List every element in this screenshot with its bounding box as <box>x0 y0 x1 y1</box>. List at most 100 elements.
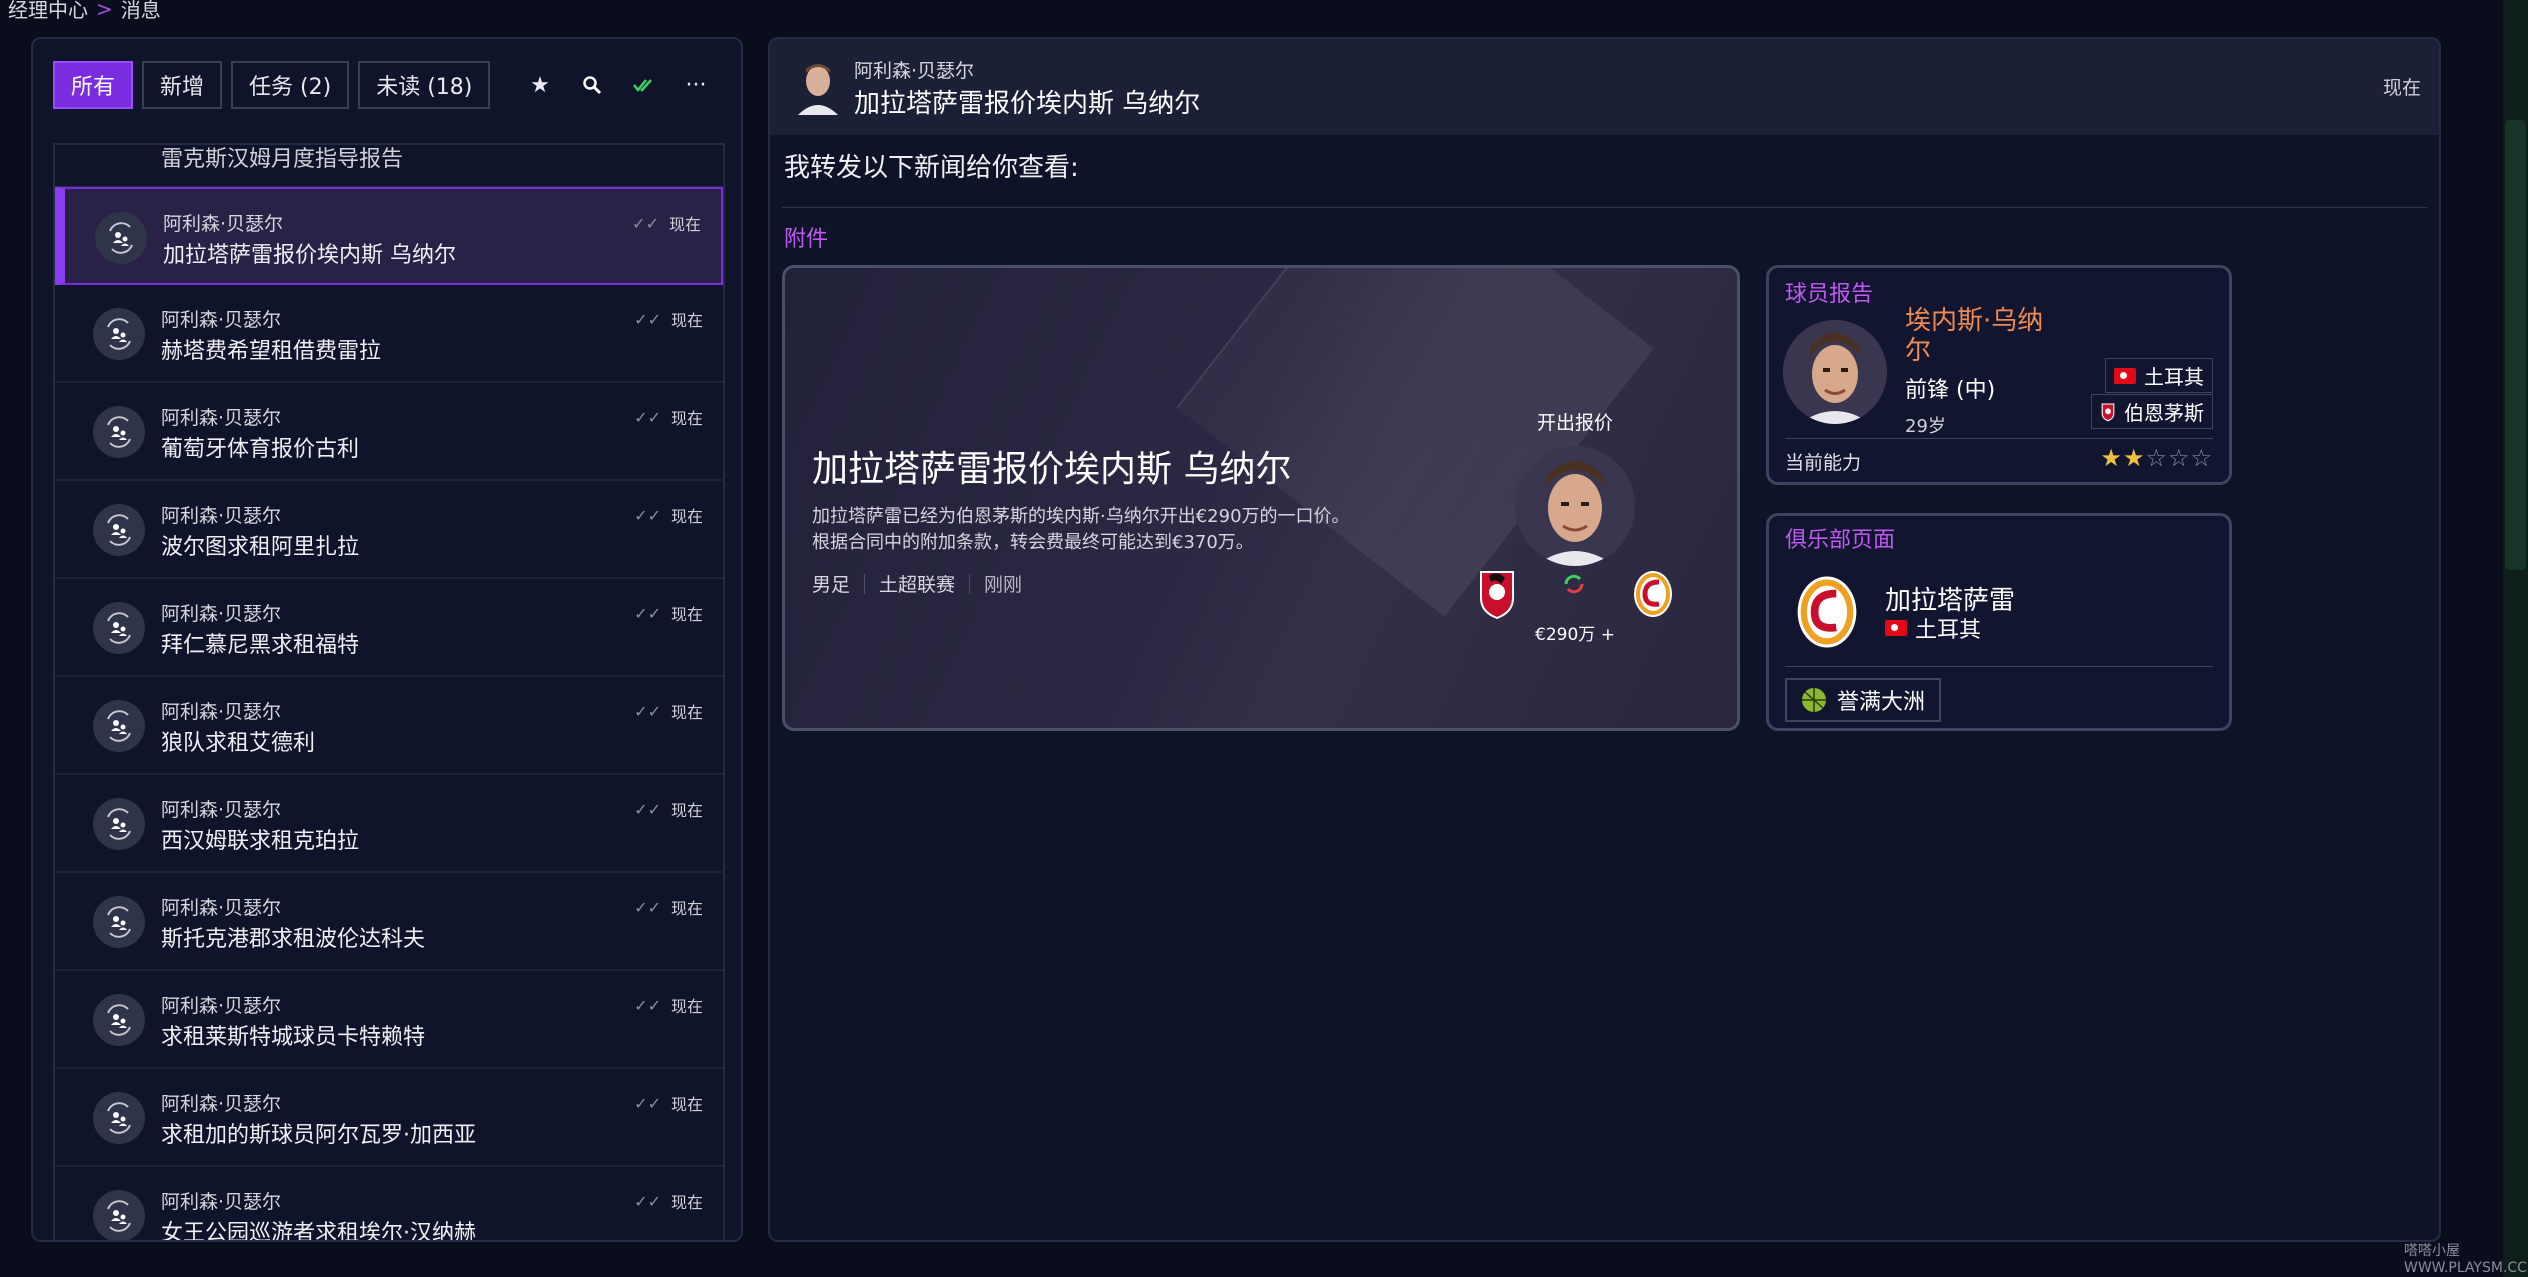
player-name[interactable]: 埃内斯·乌纳尔 <box>1905 306 2055 366</box>
search-icon[interactable] <box>581 74 603 96</box>
message-subject: 西汉姆联求租克珀拉 <box>161 829 360 854</box>
message-subject: 斯托克港郡求租波伦达科夫 <box>161 927 426 952</box>
exchange-icon <box>1564 574 1584 594</box>
list-item[interactable]: 阿利森·贝瑟尔 拜仁慕尼黑求租福特 ✓✓ 现在 <box>55 579 723 677</box>
list-item[interactable]: 雷克斯汉姆月度指导报告 <box>55 145 723 187</box>
list-item[interactable]: 阿利森·贝瑟尔 波尔图求租阿里扎拉 ✓✓ 现在 <box>55 481 723 579</box>
filter-tasks-button[interactable]: 任务 (2) <box>231 61 350 109</box>
turkey-flag-icon <box>2114 367 2136 384</box>
player-portrait <box>1515 446 1635 566</box>
double-check-icon[interactable] <box>633 74 655 96</box>
message-time-label: 现在 <box>670 409 703 428</box>
message-list: 雷克斯汉姆月度指导报告 阿利森·贝瑟尔 加拉塔萨雷报价埃内斯 乌纳尔 ✓✓ 现在 阿利森… <box>53 143 725 1242</box>
message-sender: 阿利森·贝瑟尔 <box>161 701 282 723</box>
message-time-label: 现在 <box>670 311 703 330</box>
player-position: 前锋 (中) <box>1905 378 1996 403</box>
filter-unread-button[interactable]: 未读 (18) <box>358 61 491 109</box>
list-item[interactable]: 阿利森·贝瑟尔 葡萄牙体育报价古利 ✓✓ 现在 <box>55 383 723 481</box>
watermark: 嗒嗒小屋 WWW.PLAYSM.CC <box>2404 1240 2528 1276</box>
message-sender: 阿利森·贝瑟尔 <box>161 505 282 527</box>
contact-avatar-icon <box>93 602 145 654</box>
message-time: ✓✓ 现在 <box>634 405 703 429</box>
message-body: 我转发以下新闻给你查看: <box>784 153 1079 183</box>
breadcrumb: 经理中心 > 消息 <box>8 0 161 23</box>
star-icon: ☆ <box>2145 444 2168 472</box>
news-tags: 男足 土超联赛 刚刚 <box>812 570 1036 597</box>
read-check-icon: ✓✓ <box>634 603 661 623</box>
message-sender: 阿利森·贝瑟尔 <box>163 213 284 235</box>
message-time: ✓✓ 现在 <box>634 601 703 625</box>
news-tag: 土超联赛 <box>879 574 956 596</box>
message-time-label: 现在 <box>670 801 703 820</box>
message-subject: 加拉塔萨雷报价埃内斯 乌纳尔 <box>163 243 456 268</box>
list-item[interactable]: 阿利森·贝瑟尔 加拉塔萨雷报价埃内斯 乌纳尔 ✓✓ 现在 <box>55 187 723 285</box>
bid-summary: 开出报价 €290万 + <box>1465 408 1685 648</box>
message-time: ✓✓ 现在 <box>634 797 703 821</box>
divider <box>782 207 2427 208</box>
message-time: ✓✓ 现在 <box>634 699 703 723</box>
bid-fee: €290万 + <box>1535 625 1615 645</box>
contact-avatar-icon <box>93 1092 145 1144</box>
message-time: ✓✓ 现在 <box>634 993 703 1017</box>
message-sender: 阿利森·贝瑟尔 <box>161 1093 282 1115</box>
list-item[interactable]: 阿利森·贝瑟尔 西汉姆联求租克珀拉 ✓✓ 现在 <box>55 775 723 873</box>
list-item[interactable]: 阿利森·贝瑟尔 求租加的斯球员阿尔瓦罗·加西亚 ✓✓ 现在 <box>55 1069 723 1167</box>
player-avatar <box>1783 320 1887 424</box>
galatasaray-badge-icon <box>1793 566 1861 658</box>
globe-icon <box>1802 688 1826 712</box>
breadcrumb-parent[interactable]: 经理中心 <box>8 0 88 23</box>
nationality-badge[interactable]: 土耳其 <box>2105 358 2213 393</box>
detail-subject: 加拉塔萨雷报价埃内斯 乌纳尔 <box>854 89 1201 119</box>
message-sender: 阿利森·贝瑟尔 <box>161 897 282 919</box>
message-time: ✓✓ 现在 <box>634 307 703 331</box>
star-icon: ☆ <box>2167 444 2191 472</box>
breadcrumb-separator-icon: > <box>96 0 113 21</box>
contact-avatar-icon <box>95 212 147 264</box>
message-subject: 求租加的斯球员阿尔瓦罗·加西亚 <box>161 1123 476 1148</box>
contact-avatar-icon <box>93 504 145 556</box>
message-time-label: 现在 <box>670 1193 703 1212</box>
message-subject: 赫塔费希望租借费雷拉 <box>161 339 382 364</box>
news-attachment-card[interactable]: 加拉塔萨雷报价埃内斯 乌纳尔 加拉塔萨雷已经为伯恩茅斯的埃内斯·乌纳尔开出€29… <box>782 265 1740 731</box>
list-item[interactable]: 阿利森·贝瑟尔 求租莱斯特城球员卡特赖特 ✓✓ 现在 <box>55 971 723 1069</box>
contact-avatar-icon <box>93 406 145 458</box>
list-item[interactable]: 阿利森·贝瑟尔 女王公园巡游者求租埃尔·汉纳赫 ✓✓ 现在 <box>55 1167 723 1242</box>
read-check-icon: ✓✓ <box>632 213 659 233</box>
message-subject: 狼队求租艾德利 <box>161 731 316 756</box>
nationality-label: 土耳其 <box>2144 365 2204 389</box>
breadcrumb-current: 消息 <box>120 0 161 22</box>
message-header: 阿利森·贝瑟尔 加拉塔萨雷报价埃内斯 乌纳尔 现在 <box>770 39 2439 135</box>
message-sender: 阿利森·贝瑟尔 <box>161 603 282 625</box>
contact-avatar-icon <box>93 896 145 948</box>
contact-avatar-icon <box>93 308 145 360</box>
filter-all-button[interactable]: 所有 <box>53 61 134 109</box>
club-country-label: 土耳其 <box>1915 618 1982 643</box>
news-tag: 男足 <box>812 574 851 596</box>
club-country: 土耳其 <box>1885 612 1981 644</box>
player-age: 29岁 <box>1905 416 1946 437</box>
window-edge <box>2503 0 2528 1277</box>
message-time-label: 现在 <box>670 899 703 918</box>
club-page-card[interactable]: 俱乐部页面 加拉塔萨雷 土耳其 誉满大洲 <box>1766 513 2232 731</box>
read-check-icon: ✓✓ <box>634 701 661 721</box>
read-check-icon: ✓✓ <box>634 309 661 329</box>
filter-new-button[interactable]: 新增 <box>142 61 223 109</box>
club-badge[interactable]: 伯恩茅斯 <box>2091 394 2213 429</box>
star-icon[interactable]: ★ <box>529 73 551 98</box>
list-item[interactable]: 阿利森·贝瑟尔斯托克港郡求租波伦达科夫 ✓✓ 现在 <box>55 873 723 971</box>
message-time-label: 现在 <box>670 605 703 624</box>
list-item[interactable]: 阿利森·贝瑟尔狼队求租艾德利 ✓✓ 现在 <box>55 677 723 775</box>
player-report-card[interactable]: 球员报告 埃内斯·乌纳尔 前锋 (中) 29岁 土耳其 伯恩茅斯 当前能力 ★★… <box>1766 265 2232 485</box>
list-item[interactable]: 阿利森·贝瑟尔 赫塔费希望租借费雷拉 ✓✓ 现在 <box>55 285 723 383</box>
read-check-icon: ✓✓ <box>634 799 661 819</box>
message-time: ✓✓ 现在 <box>634 895 703 919</box>
contact-avatar-icon <box>93 700 145 752</box>
more-icon[interactable]: ··· <box>685 73 707 98</box>
attachments-label: 附件 <box>784 227 829 252</box>
sender-avatar <box>792 59 844 115</box>
club-reputation-badge[interactable]: 誉满大洲 <box>1785 678 1942 722</box>
news-description: 加拉塔萨雷已经为伯恩茅斯的埃内斯·乌纳尔开出€290万的一口价。 根据合同中的附… <box>812 506 1350 553</box>
message-subject: 女王公园巡游者求租埃尔·汉纳赫 <box>161 1221 476 1242</box>
player-report-heading: 球员报告 <box>1785 282 1874 307</box>
message-subject: 求租莱斯特城球员卡特赖特 <box>161 1025 426 1050</box>
